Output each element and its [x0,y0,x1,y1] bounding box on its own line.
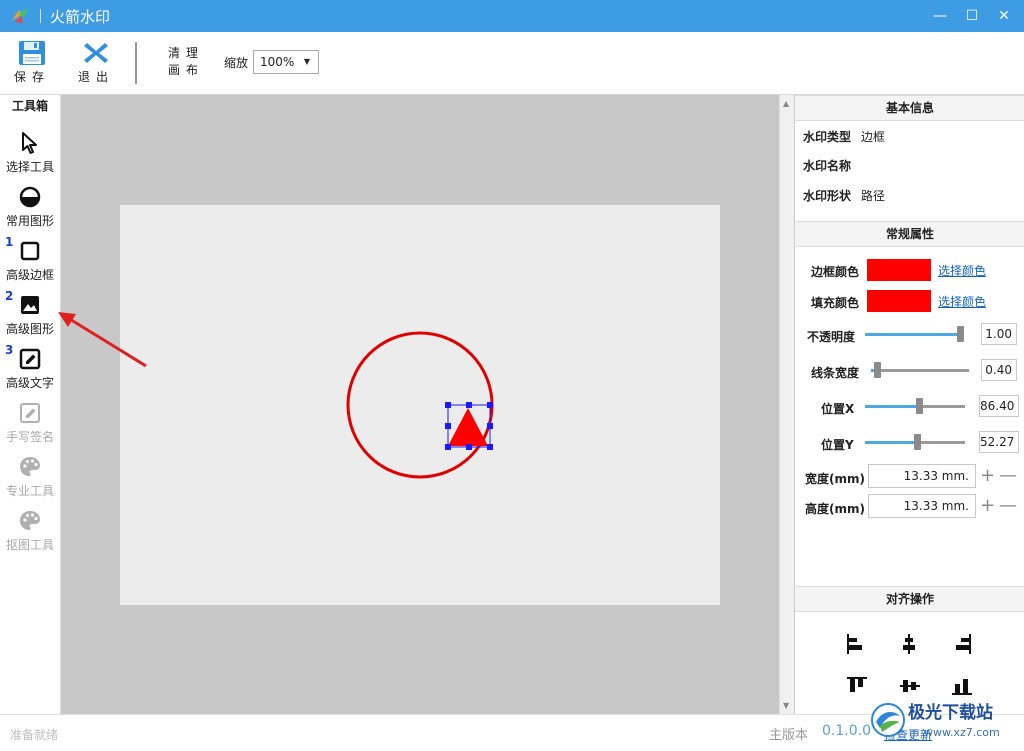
align-top-icon[interactable] [846,675,868,697]
align-left-icon[interactable] [844,633,866,655]
site-watermark-logo: 极光下载站 www.xz7.com [871,702,1000,739]
basic-info-header: 基本信息 [795,95,1024,121]
pos-x-slider-thumb[interactable] [916,398,923,414]
opacity-slider-thumb[interactable] [957,326,964,342]
properties-panel: 基本信息 水印类型 边框 水印名称 水印形状 路径 常规属性 边框颜色 选择颜色… [794,95,1024,714]
width-label: 宽度(mm) [805,472,865,486]
pos-x-label: 位置X [821,402,855,416]
scroll-up-icon[interactable]: ▲ [783,99,789,108]
align-center-horizontal-icon[interactable] [898,633,920,655]
height-minus-button[interactable]: — [999,496,1017,516]
shape-value: 路径 [860,189,885,203]
pos-y-slider-thumb[interactable] [914,434,921,450]
pos-y-slider[interactable] [865,434,965,450]
opacity-value[interactable]: 1.00 [981,323,1017,345]
pick-border-color-link[interactable]: 选择颜色 [938,262,986,279]
opacity-slider[interactable] [865,326,964,342]
line-width-value[interactable]: 0.40 [981,359,1017,381]
pos-y-label: 位置Y [821,438,854,452]
name-label: 水印名称 [803,159,852,173]
align-right-icon[interactable] [952,633,974,655]
watermark-triangle-shape[interactable] [448,408,488,446]
name-row: 水印名称 [803,157,857,174]
version-label: 主版本 [769,728,809,743]
annotation-arrow [58,312,147,368]
height-plus-button[interactable]: + [980,496,995,516]
fill-color-label: 填充颜色 [811,296,860,310]
align-middle-vertical-icon[interactable] [899,675,921,697]
border-color-label: 边框颜色 [811,265,860,279]
shape-row: 水印形状 路径 [803,187,885,204]
site-watermark-name: 极光下载站 [908,702,993,723]
shape-label: 水印形状 [803,189,852,203]
line-width-slider-thumb[interactable] [874,362,881,378]
height-label: 高度(mm) [805,502,865,516]
width-plus-button[interactable]: + [980,466,995,486]
site-watermark-url: www.xz7.com [924,726,1000,739]
align-bottom-icon[interactable] [951,675,973,697]
type-value: 边框 [860,130,885,144]
pos-x-slider[interactable] [865,398,965,414]
status-text: 准备就绪 [10,728,59,742]
border-color-swatch[interactable] [867,259,931,281]
width-input[interactable]: 13.33 mm. [868,464,976,488]
pos-x-value[interactable]: 86.40 [979,395,1019,417]
type-label: 水印类型 [803,130,852,144]
opacity-label: 不透明度 [807,330,856,344]
line-width-label: 线条宽度 [811,366,860,380]
pos-y-value[interactable]: 52.27 [979,431,1019,453]
type-row: 水印类型 边框 [803,128,885,145]
width-minus-button[interactable]: — [999,466,1017,486]
fill-color-swatch[interactable] [867,290,931,312]
scroll-down-icon[interactable]: ▼ [783,701,789,710]
align-header: 对齐操作 [795,586,1024,612]
height-input[interactable]: 13.33 mm. [868,494,976,518]
general-props-header: 常规属性 [795,221,1024,247]
version-value: 0.1.0.0 [822,723,871,739]
pick-fill-color-link[interactable]: 选择颜色 [938,293,986,310]
vertical-scrollbar[interactable]: ▲ ▼ [779,95,794,714]
line-width-slider[interactable] [871,362,969,378]
